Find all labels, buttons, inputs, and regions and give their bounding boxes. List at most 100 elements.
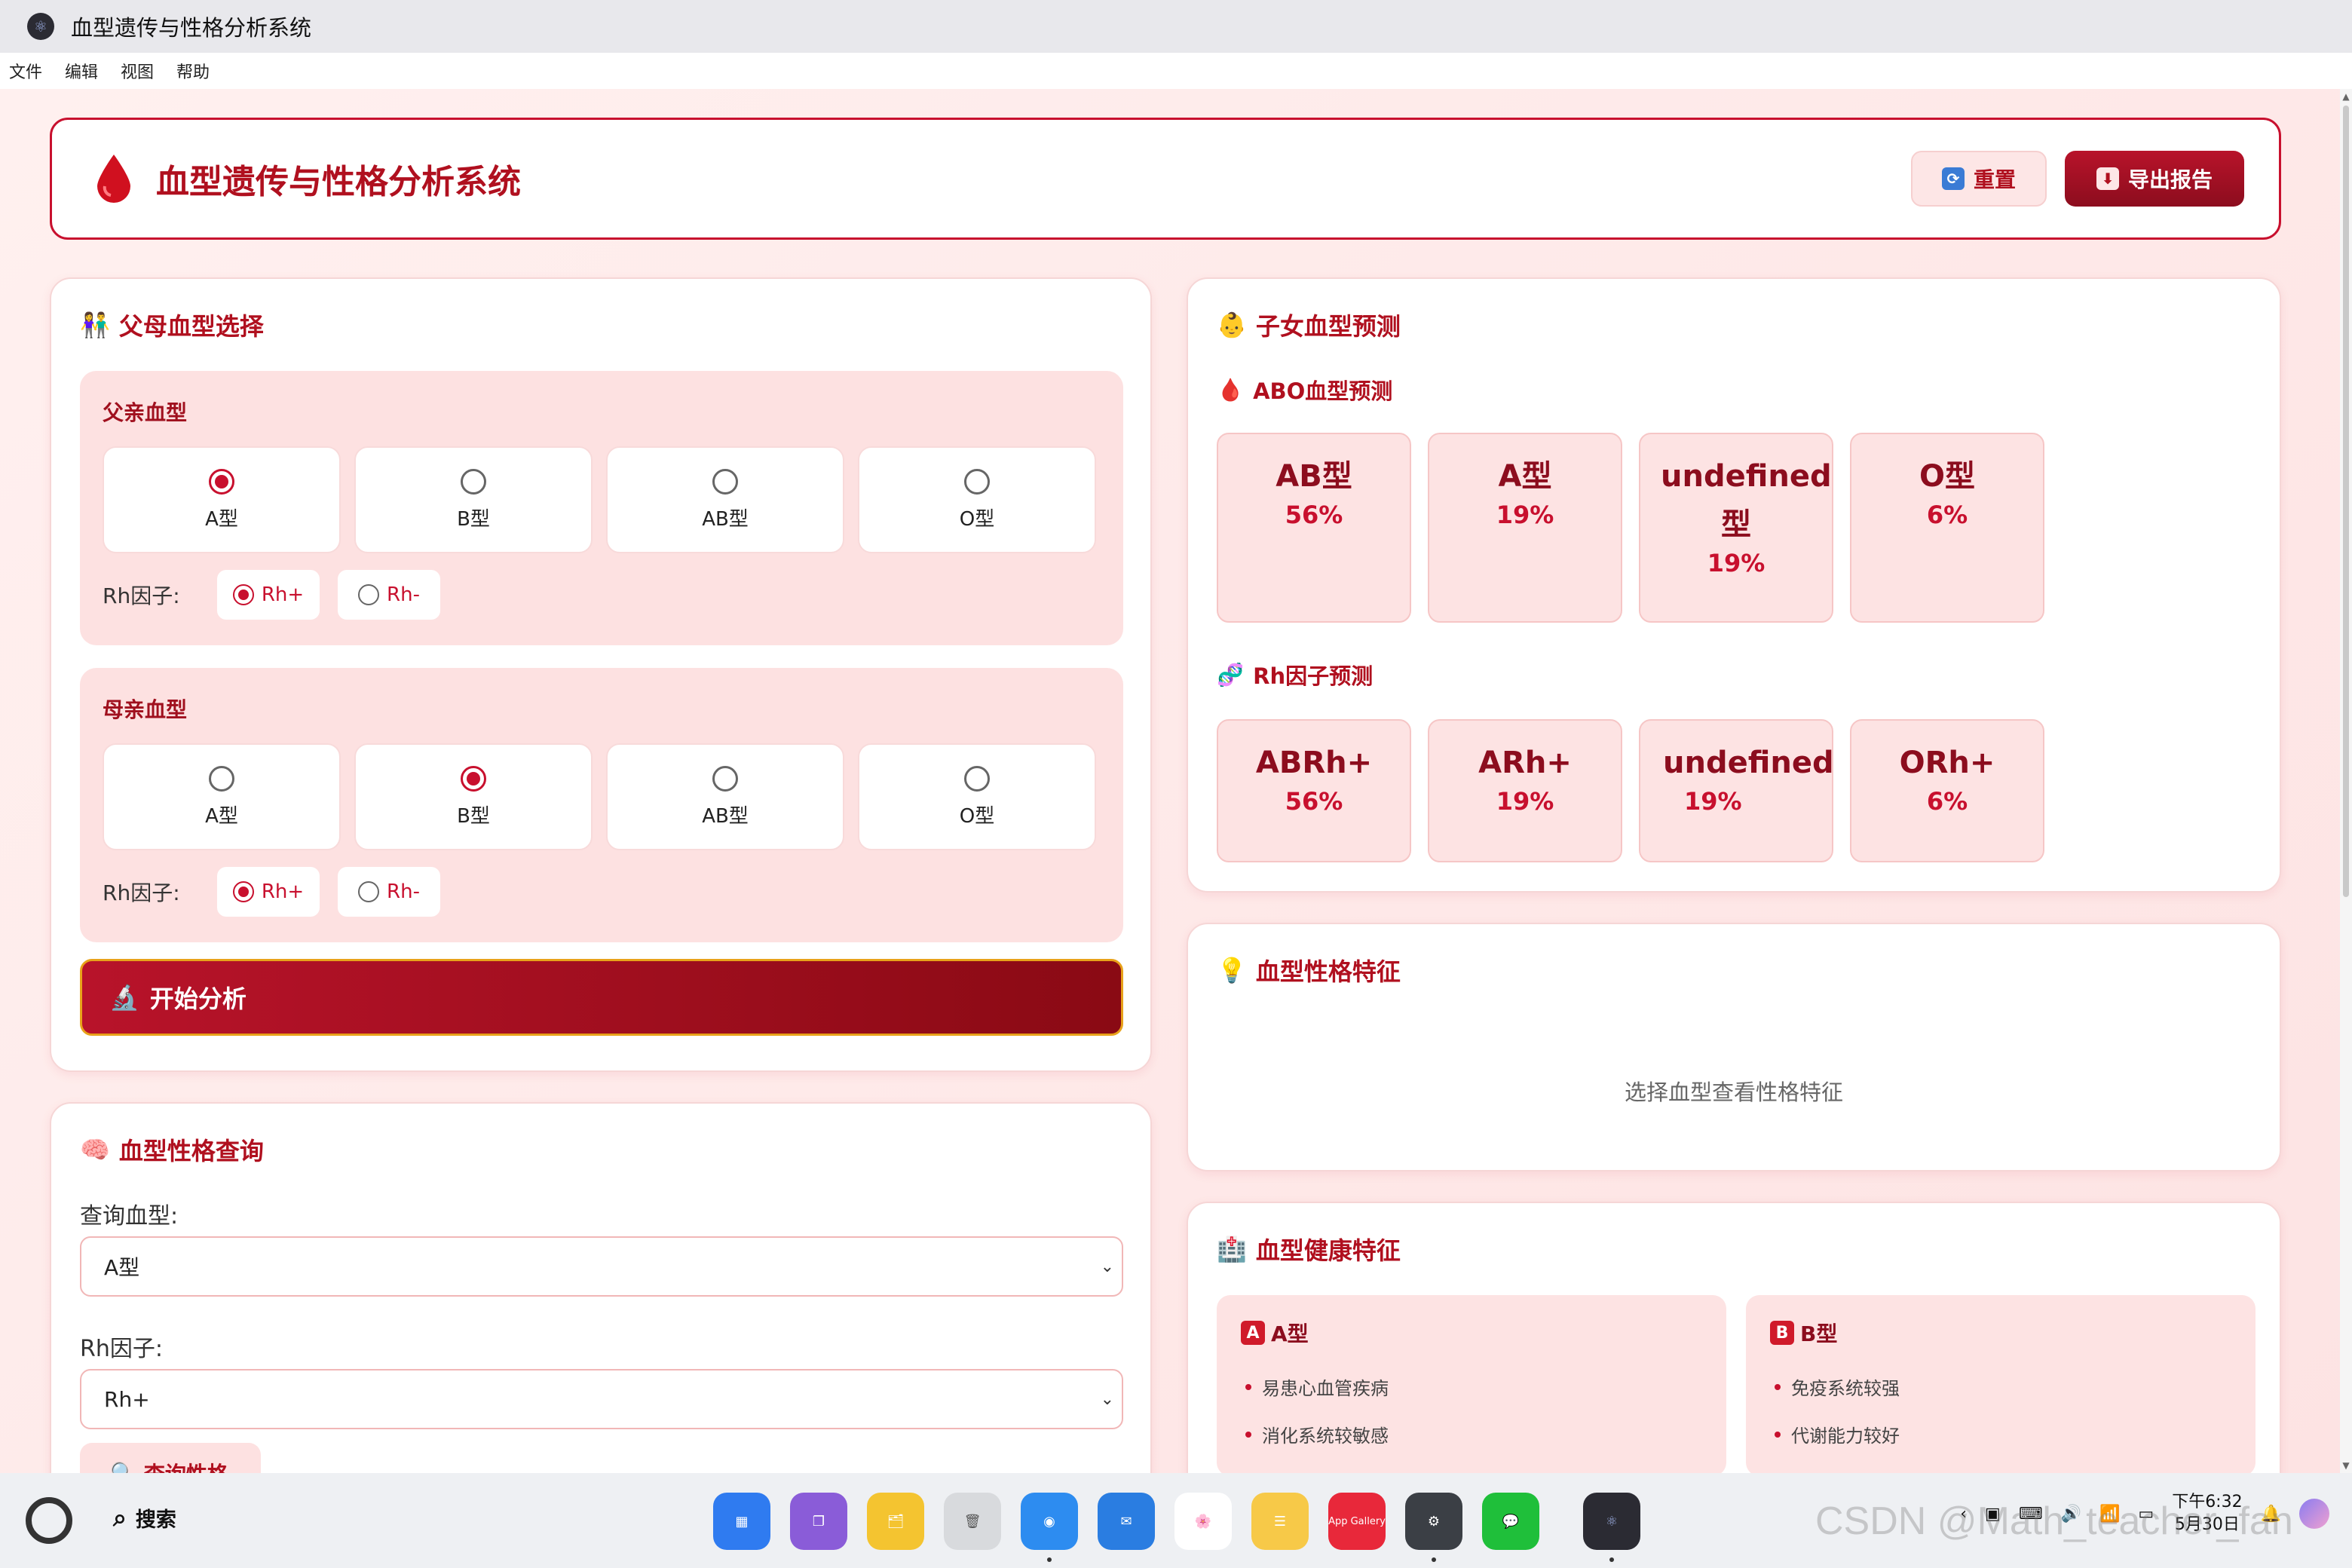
list-item: 代谢能力较好: [1775, 1421, 1900, 1447]
prediction-card-title: 👶 子女血型预测: [1217, 308, 1401, 342]
vertical-scrollbar[interactable]: ▲ ▼: [2340, 89, 2352, 1473]
trash-icon[interactable]: 🗑: [944, 1493, 1001, 1550]
query-title-text: 血型性格查询: [118, 1137, 264, 1165]
abo-type: AB型: [1276, 459, 1352, 494]
mother-option-ab[interactable]: AB型: [606, 743, 844, 850]
abo-prediction-item: AB型 56%: [1217, 433, 1411, 623]
father-rh-positive[interactable]: Rh+: [217, 570, 320, 620]
option-label: AB型: [702, 804, 749, 828]
rh-subtitle-text: Rh因子预测: [1253, 663, 1374, 689]
radio-icon: [232, 881, 254, 902]
abo-percent: 19%: [1496, 501, 1554, 529]
list-item: 消化系统较敏感: [1245, 1421, 1389, 1447]
rh-type: ABRh+: [1255, 746, 1373, 780]
parents-card-title: 👫 父母血型选择: [80, 308, 264, 342]
mail-icon[interactable]: ✉: [1098, 1493, 1155, 1550]
microscope-icon: 🔬: [109, 983, 139, 1012]
list-item-text: 易患心血管疾病: [1262, 1378, 1389, 1399]
assistant-icon[interactable]: [2299, 1499, 2329, 1529]
father-option-ab[interactable]: AB型: [606, 446, 844, 553]
prediction-title-text: 子女血型预测: [1255, 312, 1401, 341]
menu-help[interactable]: 帮助: [176, 59, 210, 83]
export-report-button[interactable]: ⬇ 导出报告: [2065, 151, 2244, 207]
abo-prediction-item: O型 6%: [1850, 433, 2044, 623]
browser-icon[interactable]: ◉: [1021, 1493, 1078, 1550]
reset-button[interactable]: ⟳ 重置: [1911, 151, 2047, 207]
father-rh-negative[interactable]: Rh-: [338, 570, 440, 620]
mother-option-b[interactable]: B型: [354, 743, 593, 850]
health-column-name: A型: [1271, 1321, 1309, 1346]
mother-rh-negative[interactable]: Rh-: [338, 867, 440, 917]
running-indicator: [1609, 1557, 1614, 1562]
scroll-up-icon[interactable]: ▲: [2341, 92, 2350, 101]
health-list: 免疫系统较强 代谢能力较好: [1775, 1374, 1900, 1468]
abo-percent: 56%: [1285, 501, 1343, 529]
list-item-text: 消化系统较敏感: [1262, 1426, 1389, 1447]
health-column-title: A A型: [1241, 1318, 1309, 1348]
mother-option-a[interactable]: A型: [103, 743, 341, 850]
rh-prediction-item: undefinedRh+ 19%: [1639, 719, 1833, 862]
radio-icon: [232, 584, 254, 605]
abo-prediction-item: undefined型 19%: [1639, 433, 1833, 623]
personality-placeholder: 选择血型查看性格特征: [1624, 1080, 1843, 1105]
father-rh-row: Rh因子: Rh+ Rh-: [103, 570, 458, 620]
personality-title-text: 血型性格特征: [1255, 957, 1401, 986]
search-label: 搜索: [135, 1508, 176, 1532]
mother-option-o[interactable]: O型: [858, 743, 1096, 850]
query-blood-value: A型: [104, 1255, 140, 1280]
photos-icon[interactable]: 🌸: [1174, 1493, 1232, 1550]
electron-app-icon[interactable]: ⚛: [1583, 1493, 1640, 1550]
rh-type: ORh+: [1899, 746, 1995, 780]
app-gallery-icon[interactable]: App Gallery: [1328, 1493, 1386, 1550]
option-label: A型: [205, 804, 238, 828]
query-blood-select[interactable]: A型 ⌄: [80, 1236, 1123, 1297]
rh-prediction-item: ARh+ 19%: [1428, 719, 1622, 862]
option-label: O型: [959, 804, 995, 828]
rh-option-label: Rh+: [261, 880, 305, 903]
launcher-icon[interactable]: ▦: [713, 1493, 770, 1550]
menu-view[interactable]: 视图: [121, 59, 154, 83]
files-icon[interactable]: 🗂: [867, 1493, 924, 1550]
health-title-text: 血型健康特征: [1255, 1236, 1401, 1265]
scroll-down-icon[interactable]: ▼: [2341, 1461, 2350, 1470]
wechat-icon[interactable]: 💬: [1482, 1493, 1539, 1550]
scrollbar-thumb[interactable]: [2343, 106, 2349, 897]
list-item-text: 代谢能力较好: [1791, 1426, 1900, 1447]
inbox-tray-icon: ⬇: [2096, 167, 2119, 190]
taskbar-search[interactable]: ⌕ 搜索: [113, 1503, 176, 1533]
settings-icon[interactable]: ⚙: [1405, 1493, 1462, 1550]
father-option-b[interactable]: B型: [354, 446, 593, 553]
query-rh-value: Rh+: [104, 1386, 150, 1412]
running-indicator: [1047, 1557, 1052, 1562]
brain-icon: 🧠: [80, 1135, 110, 1164]
query-rh-select[interactable]: Rh+ ⌄: [80, 1369, 1123, 1429]
start-analysis-button[interactable]: 🔬 开始分析: [80, 959, 1123, 1036]
query-button-label: 查询性格: [144, 1458, 228, 1473]
health-list: 易患心血管疾病 消化系统较敏感: [1245, 1374, 1389, 1468]
app-content: 血型遗传与性格分析系统 ⟳ 重置 ⬇ 导出报告 👫 父母血型选择 父亲血型 A型…: [0, 89, 2340, 1473]
mother-rh-positive[interactable]: Rh+: [217, 867, 320, 917]
option-label: A型: [205, 507, 238, 531]
query-personality-button[interactable]: 🔍 查询性格: [80, 1443, 261, 1473]
query-rh-label: Rh因子:: [80, 1336, 163, 1362]
page-title: 血型遗传与性格分析系统: [156, 163, 521, 201]
start-button[interactable]: [26, 1497, 72, 1544]
rh-type: undefinedRh+: [1663, 746, 1833, 780]
father-option-o[interactable]: O型: [858, 446, 1096, 553]
menu-edit[interactable]: 编辑: [65, 59, 98, 83]
parents-title-text: 父母血型选择: [118, 312, 264, 341]
window-title: 血型遗传与性格分析系统: [71, 15, 312, 41]
multitask-icon[interactable]: ❐: [790, 1493, 847, 1550]
father-label: 父亲血型: [103, 400, 188, 425]
notes-icon[interactable]: ☰: [1251, 1493, 1309, 1550]
rh-label: Rh因子:: [103, 880, 180, 905]
abo-percent: 6%: [1926, 501, 1968, 529]
search-icon: ⌕: [113, 1503, 127, 1532]
father-option-a[interactable]: A型: [103, 446, 341, 553]
rh-percent: 19%: [1496, 787, 1554, 816]
rh-label: Rh因子:: [103, 583, 180, 608]
abo-percent: 19%: [1707, 549, 1766, 577]
rh-subtitle: 🧬 Rh因子预测: [1217, 659, 1373, 691]
menu-file[interactable]: 文件: [9, 59, 42, 83]
radio-icon: [461, 468, 486, 495]
